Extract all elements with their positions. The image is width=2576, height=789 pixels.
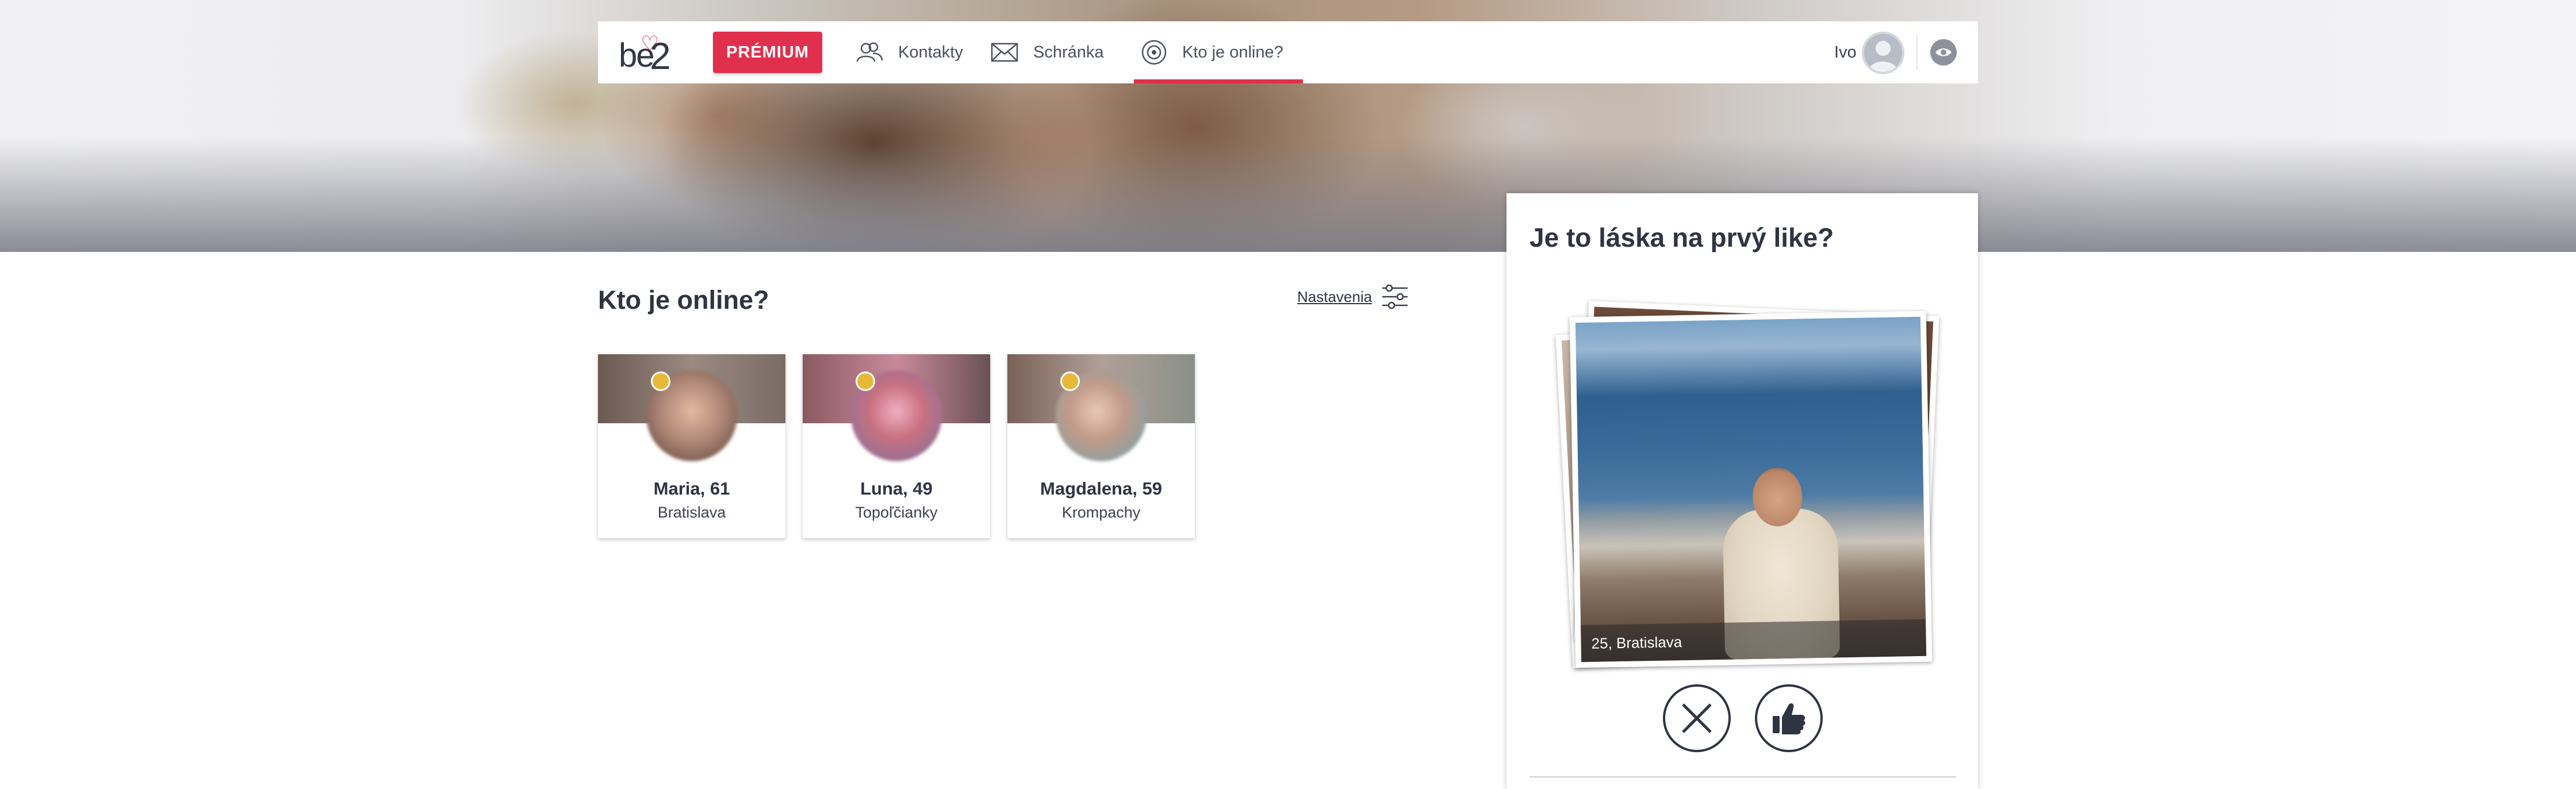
be2-logo[interactable]: be ♡ 2 — [619, 32, 682, 77]
top-navigation-bar: be ♡ 2 PRÉMIUM Kontakty Schránka Kto je … — [598, 21, 1978, 83]
panel-title: Je to láska na prvý like? — [1529, 223, 1834, 252]
header-divider — [1916, 35, 1918, 70]
nav-item-inbox[interactable]: Schránka — [991, 21, 1104, 83]
eye-icon — [1935, 48, 1952, 56]
active-tab-indicator — [1134, 79, 1303, 83]
user-name[interactable]: Ivo — [1834, 21, 1857, 83]
like-suggestion-panel: Je to láska na prvý like? 25, Bratislava — [1506, 193, 1978, 789]
contacts-icon — [856, 42, 883, 62]
dislike-button[interactable] — [1663, 684, 1731, 752]
user-avatar[interactable] — [1862, 32, 1904, 74]
profile-city: Bratislava — [657, 504, 726, 521]
profile-card[interactable]: Luna, 49 Topoľčianky — [803, 354, 990, 538]
photo-stack[interactable]: 25, Bratislava — [1547, 285, 1939, 668]
profile-city: Topoľčianky — [855, 504, 938, 521]
profile-card[interactable]: Magdalena, 59 Krompachy — [1007, 354, 1195, 538]
thumbs-up-icon — [1773, 703, 1805, 734]
sliders-icon — [1382, 284, 1408, 309]
nav-item-who-is-online[interactable]: Kto je online? — [1134, 21, 1303, 83]
profile-photo-main[interactable]: 25, Bratislava — [1569, 311, 1933, 668]
envelope-icon — [991, 43, 1018, 62]
premium-button[interactable]: PRÉMIUM — [713, 32, 822, 73]
avatar-placeholder-icon — [1869, 41, 1897, 72]
online-status-dot — [856, 371, 875, 391]
profile-card[interactable]: Maria, 61 Bratislava — [598, 354, 785, 538]
profile-name: Maria, 61 — [653, 478, 730, 499]
online-status-dot — [651, 371, 670, 391]
close-icon — [1682, 703, 1712, 733]
nav-item-label: Kontakty — [898, 43, 963, 62]
photo-caption: 25, Bratislava — [1581, 619, 1927, 662]
nav-item-contacts[interactable]: Kontakty — [856, 21, 963, 83]
settings-link[interactable]: Nastavenia — [1297, 284, 1409, 309]
page-title: Kto je online? — [598, 285, 769, 315]
nav-item-label: Schránka — [1033, 43, 1104, 62]
nav-item-label: Kto je online? — [1182, 43, 1283, 62]
profile-name: Luna, 49 — [860, 478, 933, 499]
like-button[interactable] — [1755, 684, 1823, 752]
settings-label: Nastavenia — [1297, 288, 1373, 305]
panel-divider — [1529, 776, 1956, 777]
visibility-toggle-button[interactable] — [1930, 39, 1957, 66]
profile-city: Krompachy — [1061, 504, 1141, 521]
online-status-dot — [1060, 371, 1080, 391]
online-target-icon — [1141, 40, 1167, 65]
profile-name: Magdalena, 59 — [1040, 478, 1162, 499]
